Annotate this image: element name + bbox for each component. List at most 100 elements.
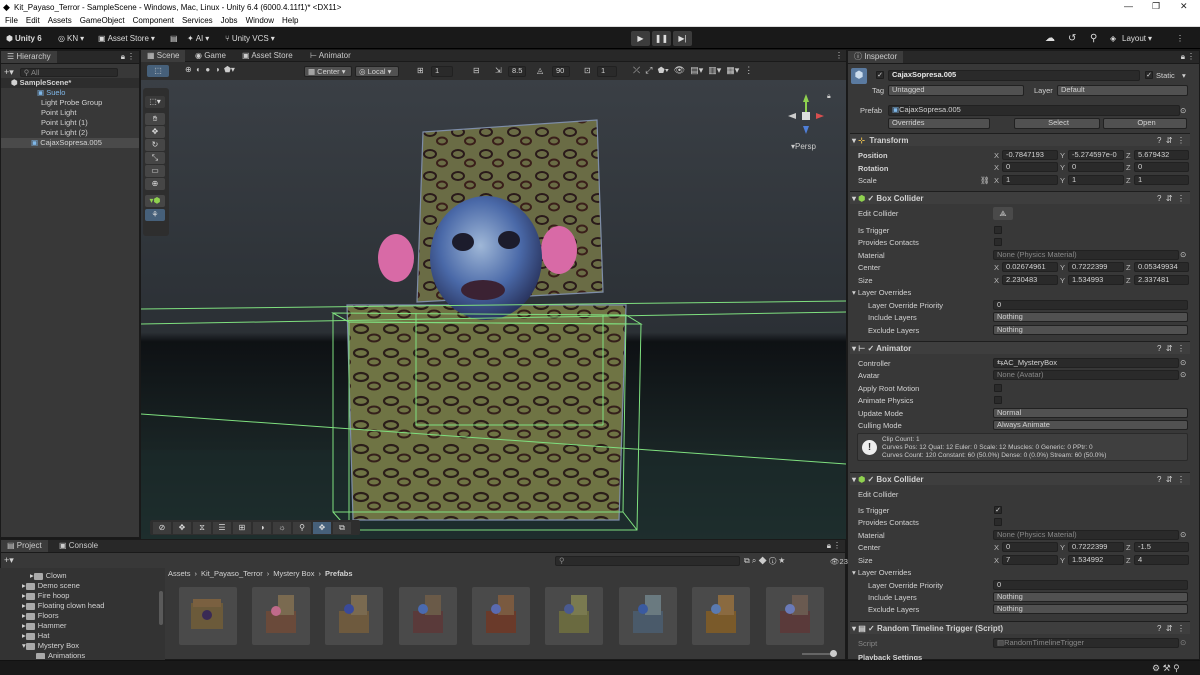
play-button[interactable]: ▶ (631, 31, 650, 46)
position-z-field[interactable]: 5.679432 (1134, 150, 1189, 160)
component-menu-icons[interactable]: ? ⇵ ⋮ (1157, 342, 1185, 355)
breadcrumb-assets[interactable]: Assets (168, 569, 191, 578)
view-options-button[interactable]: ⬚▾ (145, 96, 165, 108)
center-x-field[interactable]: 0 (1002, 542, 1058, 552)
static-checkbox[interactable]: ✓ (1145, 71, 1153, 79)
animator-header[interactable]: ▾ ⊢ ✓ Animator ? ⇵ ⋮ (850, 341, 1190, 354)
folder-floating-clown-head[interactable]: ▸ Floating clown head (22, 601, 104, 611)
overlay-btn-8[interactable]: ⚲ (293, 522, 311, 534)
chevron-down-icon[interactable]: ▾ (1182, 71, 1186, 80)
folder-hat[interactable]: ▸ Hat (22, 631, 49, 641)
move-snap-field[interactable]: 8.5 (508, 66, 526, 77)
layer-overrides-foldout[interactable]: ▾ Layer Overrides (852, 567, 911, 578)
folder-mystery-box[interactable]: ▾ Mystery Box (22, 641, 79, 651)
component-menu-icons[interactable]: ? ⇵ ⋮ (1157, 192, 1185, 205)
pause-button[interactable]: ❚❚ (652, 31, 671, 46)
add-button[interactable]: +▾ (4, 67, 14, 78)
slider-handle[interactable] (830, 650, 837, 657)
tab-console[interactable]: ▣ Console (53, 540, 104, 552)
prefab-thumbnail[interactable] (692, 587, 750, 645)
prefab-thumbnail[interactable] (325, 587, 383, 645)
edit-collider-button[interactable]: ⟁ (993, 207, 1013, 220)
tab-project[interactable]: ▤ Project (1, 540, 48, 552)
scale-x-field[interactable]: 1 (1002, 175, 1058, 185)
layer-overrides-foldout[interactable]: ▾ Layer Overrides (852, 287, 911, 298)
grid-size-field[interactable]: 1 (431, 66, 453, 77)
minimize-button[interactable]: — (1124, 1, 1133, 11)
enabled-checkbox[interactable]: ✓ (867, 344, 874, 353)
shading-buttons[interactable]: ⊕ ◐ ● ◑ ⬟▾ (185, 65, 235, 74)
lock-icon[interactable]: 🔒︎ (827, 541, 831, 551)
scale-snap-field[interactable]: 1 (597, 66, 617, 77)
root-motion-checkbox[interactable] (994, 384, 1002, 392)
material-field[interactable]: None (Physics Material) (993, 530, 1179, 540)
overlay-btn-3[interactable]: ⧖ (193, 522, 211, 534)
hierarchy-search-input[interactable]: ⚲ All (19, 67, 118, 77)
overlay-btn-5[interactable]: ⊞ (233, 522, 251, 534)
menu-jobs[interactable]: Jobs (221, 16, 238, 25)
open-button[interactable]: Open (1103, 118, 1187, 129)
folder-animations[interactable]: Animations (36, 651, 85, 659)
grid-icon[interactable]: ⊞ (417, 66, 424, 75)
size-z-field[interactable]: 4 (1134, 555, 1189, 565)
vcs-button[interactable]: ⑂ Unity VCS ▾ (225, 32, 275, 45)
more-icon[interactable]: ⋮ (833, 541, 841, 550)
size-y-field[interactable]: 1.534992 (1068, 555, 1124, 565)
enabled-checkbox[interactable]: ✓ (867, 194, 874, 203)
layer-dropdown[interactable]: Default (1057, 85, 1188, 96)
package-button[interactable]: ▤ (170, 32, 178, 45)
project-filter-icons[interactable]: ⧉ ⌕ ◆ ⓘ ★ (744, 556, 785, 566)
asset-store-button[interactable]: ▣ Asset Store ▾ (98, 32, 155, 45)
tab-inspector[interactable]: ⓘ Inspector (848, 51, 904, 63)
hierarchy-item-cajaxsopresa[interactable]: ▣ CajaxSopresa.005 (1, 138, 139, 148)
priority-field[interactable]: 0 (993, 580, 1188, 590)
scale-y-field[interactable]: 1 (1068, 175, 1124, 185)
center-y-field[interactable]: 0.7222399 (1068, 542, 1124, 552)
layers-button[interactable]: ◈ (1110, 32, 1116, 45)
scene-view[interactable]: ▾Persp 🔒︎ (141, 80, 846, 539)
menu-assets[interactable]: Assets (48, 16, 72, 25)
scene-view-options[interactable]: ⤫ ⤢ ⬟▾ 👁︎ ▤▾ ▥▾ ▦▾ ⋮ (633, 65, 753, 76)
scale-snap-icon[interactable]: ⊡ (584, 66, 591, 75)
position-x-field[interactable]: -0.7847193 (1002, 150, 1058, 160)
object-name-field[interactable]: CajaxSopresa.005 (888, 70, 1140, 81)
exclude-layers-dropdown[interactable]: Nothing (993, 604, 1188, 614)
overlay-btn-7[interactable]: ☼ (273, 522, 291, 534)
avatar-field[interactable]: None (Avatar) (993, 370, 1179, 380)
include-layers-dropdown[interactable]: Nothing (993, 312, 1188, 322)
hierarchy-item-point-light[interactable]: Point Light (41, 108, 76, 118)
project-tree-scrollbar[interactable] (159, 591, 163, 625)
select-button[interactable]: Select (1014, 118, 1100, 129)
enabled-checkbox[interactable]: ✓ (867, 475, 874, 484)
folder-hammer[interactable]: ▸ Hammer (22, 621, 67, 631)
snap-icon[interactable]: ⊟ (473, 66, 480, 75)
tab-animator[interactable]: ⊢ Animator (304, 50, 357, 62)
overrides-dropdown[interactable]: Overrides (888, 118, 990, 129)
size-x-field[interactable]: 2.230483 (1002, 275, 1058, 285)
exclude-layers-dropdown[interactable]: Nothing (993, 325, 1188, 335)
prefab-thumbnail[interactable] (252, 587, 310, 645)
box-collider-header[interactable]: ▾ ⬢ ✓ Box Collider ? ⇵ ⋮ (850, 191, 1190, 204)
collider-tool-button[interactable]: ▾⬢ (145, 195, 165, 207)
hierarchy-item-light-probe-group[interactable]: Light Probe Group (41, 98, 102, 108)
rotate-snap-field[interactable]: 90 (552, 66, 570, 77)
add-button[interactable]: +▾ (4, 555, 14, 566)
provides-contacts-checkbox[interactable] (994, 238, 1002, 246)
script-header[interactable]: ▾ ▤ ✓ Random Timeline Trigger (Script) ? … (850, 621, 1190, 634)
active-checkbox[interactable]: ✓ (876, 71, 884, 79)
rotation-z-field[interactable]: 0 (1134, 162, 1189, 172)
tab-game[interactable]: ◉ Game (189, 50, 232, 62)
hand-tool-button[interactable]: ✋︎ (145, 113, 165, 125)
rotation-x-field[interactable]: 0 (1002, 162, 1058, 172)
tab-asset-store[interactable]: ▣ Asset Store (236, 50, 299, 62)
breadcrumb-mystery-box[interactable]: Mystery Box (273, 569, 314, 578)
center-z-field[interactable]: -1.5 (1134, 542, 1189, 552)
history-button[interactable]: ↺ (1068, 32, 1076, 45)
enabled-checkbox[interactable]: ✓ (868, 624, 875, 633)
more-icon[interactable]: ⋮ (835, 51, 843, 60)
move-snap-icon[interactable]: ⇲ (495, 66, 502, 75)
cloud-button[interactable]: ☁ (1045, 32, 1055, 45)
lock-icon[interactable]: 🔒︎ (1181, 52, 1185, 62)
include-layers-dropdown[interactable]: Nothing (993, 592, 1188, 602)
prefab-thumbnail[interactable] (472, 587, 530, 645)
